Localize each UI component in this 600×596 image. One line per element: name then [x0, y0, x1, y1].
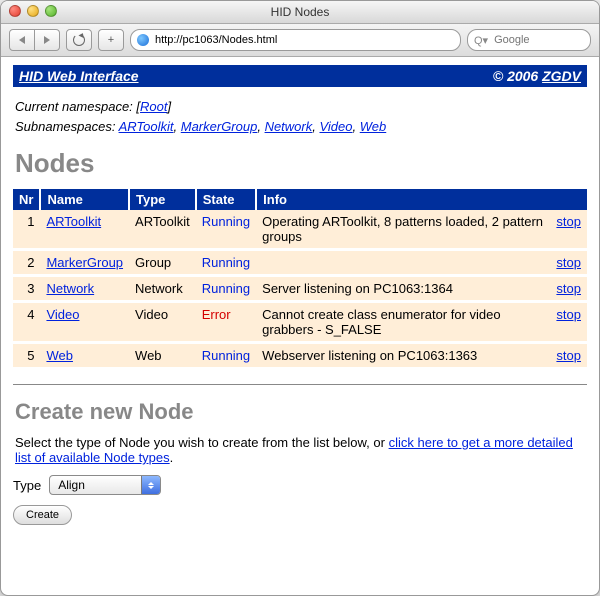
- create-instruction: Select the type of Node you wish to crea…: [15, 435, 585, 465]
- cell-info: Server listening on PC1063:1364: [256, 276, 550, 302]
- create-heading: Create new Node: [15, 399, 585, 425]
- current-namespace-label: Current namespace:: [15, 99, 136, 114]
- cell-state: Running: [196, 250, 256, 276]
- cell-name: ARToolkit: [40, 210, 129, 250]
- col-nr: Nr: [13, 189, 40, 210]
- col-name: Name: [40, 189, 129, 210]
- cell-name: Video: [40, 302, 129, 343]
- subnamespace-link-markergroup[interactable]: MarkerGroup: [181, 119, 258, 134]
- select-arrows-icon: [141, 476, 160, 494]
- stop-link[interactable]: stop: [556, 307, 581, 322]
- table-row: 4VideoVideoErrorCannot create class enum…: [13, 302, 587, 343]
- cell-nr: 2: [13, 250, 40, 276]
- browser-toolbar: + Q▾: [1, 24, 599, 57]
- subnamespace-link-artoolkit[interactable]: ARToolkit: [119, 119, 174, 134]
- subnamespaces-label: Subnamespaces:: [15, 119, 119, 134]
- banner-org-link[interactable]: ZGDV: [542, 68, 581, 84]
- subnamespace-link-video[interactable]: Video: [319, 119, 352, 134]
- page-banner: HID Web Interface © 2006 ZGDV: [13, 65, 587, 87]
- cell-nr: 1: [13, 210, 40, 250]
- stop-link[interactable]: stop: [556, 214, 581, 229]
- close-window-button[interactable]: [9, 5, 21, 17]
- type-label: Type: [13, 478, 41, 493]
- page-content: HID Web Interface © 2006 ZGDV Current na…: [1, 57, 599, 595]
- col-state: State: [196, 189, 256, 210]
- window-titlebar: HID Nodes: [1, 1, 599, 24]
- node-name-link[interactable]: Web: [46, 348, 73, 363]
- back-button[interactable]: [9, 29, 35, 51]
- cell-nr: 5: [13, 343, 40, 369]
- plus-icon: +: [108, 34, 114, 46]
- cell-nr: 4: [13, 302, 40, 343]
- search-prefix: Q▾: [474, 34, 488, 47]
- section-divider: [13, 384, 587, 385]
- cell-name: Web: [40, 343, 129, 369]
- reload-icon: [73, 34, 85, 46]
- cell-info: Cannot create class enumerator for video…: [256, 302, 550, 343]
- stop-link[interactable]: stop: [556, 255, 581, 270]
- cell-info: [256, 250, 550, 276]
- type-select[interactable]: Align: [49, 475, 161, 495]
- search-input[interactable]: [492, 33, 600, 47]
- table-row: 2 MarkerGroup GroupRunning stop: [13, 250, 587, 276]
- cell-action: stop: [550, 343, 587, 369]
- stop-link[interactable]: stop: [556, 281, 581, 296]
- col-info: Info: [256, 189, 587, 210]
- cell-nr: 3: [13, 276, 40, 302]
- cell-info: Operating ARToolkit, 8 patterns loaded, …: [256, 210, 550, 250]
- banner-copyright: © 2006 ZGDV: [493, 68, 581, 84]
- create-button[interactable]: Create: [13, 505, 72, 525]
- subnamespaces-list: ARToolkit, MarkerGroup, Network, Video, …: [119, 119, 387, 134]
- cell-info: Webserver listening on PC1063:1363: [256, 343, 550, 369]
- cell-name: MarkerGroup: [40, 250, 129, 276]
- search-bar[interactable]: Q▾: [467, 29, 591, 51]
- node-name-link[interactable]: MarkerGroup: [46, 255, 123, 270]
- back-icon: [19, 36, 25, 44]
- table-row: 5WebWebRunningWebserver listening on PC1…: [13, 343, 587, 369]
- minimize-window-button[interactable]: [27, 5, 39, 17]
- cell-action: stop: [550, 250, 587, 276]
- cell-action: stop: [550, 302, 587, 343]
- reload-button[interactable]: [66, 29, 92, 51]
- cell-type: Group: [129, 250, 196, 276]
- cell-state: Running: [196, 210, 256, 250]
- type-select-value: Align: [50, 478, 141, 492]
- cell-type: Network: [129, 276, 196, 302]
- cell-state: Running: [196, 276, 256, 302]
- zoom-window-button[interactable]: [45, 5, 57, 17]
- forward-button[interactable]: [35, 29, 60, 51]
- subnamespace-link-web[interactable]: Web: [360, 119, 387, 134]
- stop-link[interactable]: stop: [556, 348, 581, 363]
- url-bar[interactable]: [130, 29, 461, 51]
- cell-state: Running: [196, 343, 256, 369]
- cell-type: ARToolkit: [129, 210, 196, 250]
- forward-icon: [44, 36, 50, 44]
- col-type: Type: [129, 189, 196, 210]
- cell-type: Video: [129, 302, 196, 343]
- cell-type: Web: [129, 343, 196, 369]
- table-row: 3NetworkNetworkRunningServer listening o…: [13, 276, 587, 302]
- url-input[interactable]: [153, 33, 454, 47]
- subnamespace-link-network[interactable]: Network: [265, 119, 313, 134]
- site-icon: [137, 34, 149, 46]
- window-title: HID Nodes: [1, 5, 599, 19]
- banner-title-link[interactable]: HID Web Interface: [19, 68, 139, 84]
- node-name-link[interactable]: ARToolkit: [46, 214, 101, 229]
- cell-state: Error: [196, 302, 256, 343]
- cell-action: stop: [550, 210, 587, 250]
- add-bookmark-button[interactable]: +: [98, 29, 124, 51]
- namespace-info: Current namespace: [Root] Subnamespaces:…: [15, 97, 585, 136]
- table-row: 1ARToolkitARToolkitRunningOperating ARTo…: [13, 210, 587, 250]
- nodes-heading: Nodes: [15, 148, 585, 179]
- cell-name: Network: [40, 276, 129, 302]
- root-namespace-link[interactable]: Root: [140, 99, 167, 114]
- node-name-link[interactable]: Network: [46, 281, 94, 296]
- nodes-table: Nr Name Type State Info 1 ARToolkit ARTool…: [13, 189, 587, 370]
- cell-action: stop: [550, 276, 587, 302]
- node-name-link[interactable]: Video: [46, 307, 79, 322]
